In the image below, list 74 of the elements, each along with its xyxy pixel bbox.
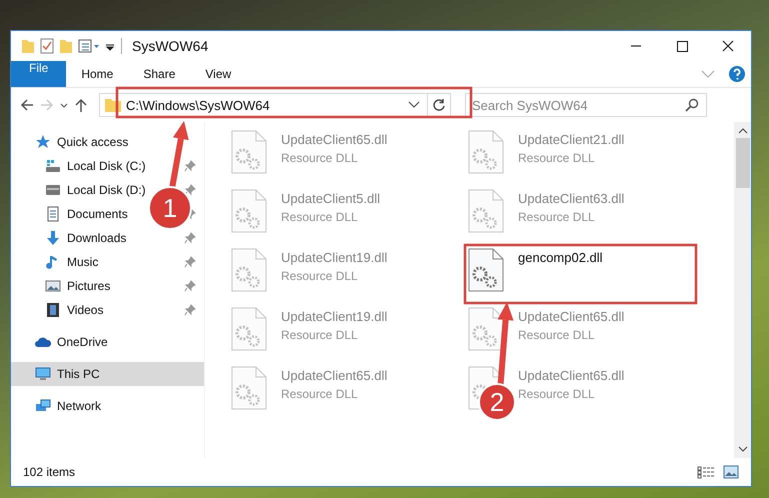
dll-file-icon (468, 189, 504, 233)
chevron-down-icon[interactable] (407, 100, 421, 110)
drive-icon (45, 182, 61, 198)
sidebar-item[interactable]: Videos (11, 298, 108, 322)
file-type: Resource DLL (281, 386, 359, 401)
file-type: Resource DLL (281, 268, 359, 283)
file-name[interactable]: gencomp02.dll (518, 248, 603, 265)
dll-file-icon (231, 248, 267, 292)
dll-file-icon (468, 248, 504, 292)
file-name[interactable]: UpdateClient19.dll (281, 307, 388, 324)
step-badge (148, 186, 192, 230)
sidebar-item[interactable]: Downloads (11, 226, 130, 250)
file-type: Resource DLL (281, 327, 359, 342)
step-number: 1 (162, 193, 178, 223)
help-icon[interactable] (729, 66, 745, 82)
refresh-icon (432, 98, 446, 112)
dll-file-icon (231, 307, 267, 351)
file-type: Resource DLL (518, 327, 596, 342)
back-icon[interactable] (19, 97, 35, 113)
step-number: 2 (490, 387, 504, 417)
ribbon-tab[interactable]: Share (128, 61, 190, 87)
file-type: Resource DLL (281, 209, 359, 224)
scrollbar[interactable] (734, 122, 751, 458)
star-icon (35, 134, 51, 150)
sidebar-item[interactable]: Local Disk (C:) (11, 154, 150, 178)
file-type: Resource DLL (518, 150, 596, 165)
ribbon-tab[interactable]: View (190, 61, 246, 87)
large-icons-view-icon[interactable] (723, 465, 739, 479)
dll-file-icon (468, 130, 504, 174)
address-bar[interactable]: C:\Windows\SysWOW64 (99, 93, 451, 117)
document-icon (45, 206, 61, 222)
scroll-thumb[interactable] (736, 138, 750, 188)
dll-file-icon (231, 189, 267, 233)
file-name[interactable]: UpdateClient65.dll (518, 366, 624, 383)
sidebar-item[interactable]: Documents (11, 202, 132, 226)
network-icon (35, 398, 51, 414)
drive-c-icon (45, 158, 61, 174)
ribbon-tab[interactable]: Home (66, 61, 128, 87)
file-name[interactable]: UpdateClient65.dll (281, 130, 388, 147)
ribbon-tab[interactable]: File (11, 61, 66, 87)
properties-icon[interactable] (78, 38, 100, 54)
sidebar-item[interactable]: This PC (11, 362, 204, 386)
monitor-icon (35, 366, 51, 382)
dll-file-icon (231, 366, 267, 410)
details-view-icon[interactable] (697, 465, 715, 479)
file-name[interactable]: UpdateClient65.dll (281, 366, 388, 383)
sidebar-item[interactable]: Pictures (11, 274, 114, 298)
item-count: 102 items (23, 465, 76, 479)
download-icon (45, 230, 61, 246)
sidebar-item[interactable]: Music (11, 250, 102, 274)
file-name[interactable]: UpdateClient5.dll (281, 189, 380, 206)
dll-file-icon (231, 130, 267, 174)
video-icon (45, 302, 61, 318)
step-badge (478, 383, 516, 421)
up-icon[interactable] (73, 97, 89, 113)
scroll-down-icon[interactable] (738, 444, 748, 454)
scroll-up-icon[interactable] (738, 126, 748, 136)
address-path: C:\Windows\SysWOW64 (125, 98, 271, 112)
file-name[interactable]: UpdateClient63.dll (518, 189, 624, 206)
checklist-icon[interactable] (40, 38, 54, 54)
file-name[interactable]: UpdateClient19.dll (281, 248, 388, 265)
dll-file-icon (468, 307, 504, 351)
window-title: SysWOW64 (132, 38, 210, 54)
sidebar-item[interactable]: Local Disk (D:) (11, 178, 150, 202)
search-field[interactable]: Search SysWOW64 (465, 93, 707, 117)
file-type: Resource DLL (518, 386, 596, 401)
file-name[interactable]: UpdateClient65.dll (518, 307, 624, 324)
picture-icon (45, 278, 61, 294)
sidebar-item[interactable]: OneDrive (11, 330, 112, 354)
file-type: Resource DLL (281, 150, 359, 165)
file-name[interactable]: UpdateClient21.dll (518, 130, 624, 147)
file-type: Resource DLL (518, 209, 596, 224)
sidebar-item[interactable]: Quick access (11, 130, 132, 154)
sidebar-item[interactable]: Network (11, 394, 106, 418)
